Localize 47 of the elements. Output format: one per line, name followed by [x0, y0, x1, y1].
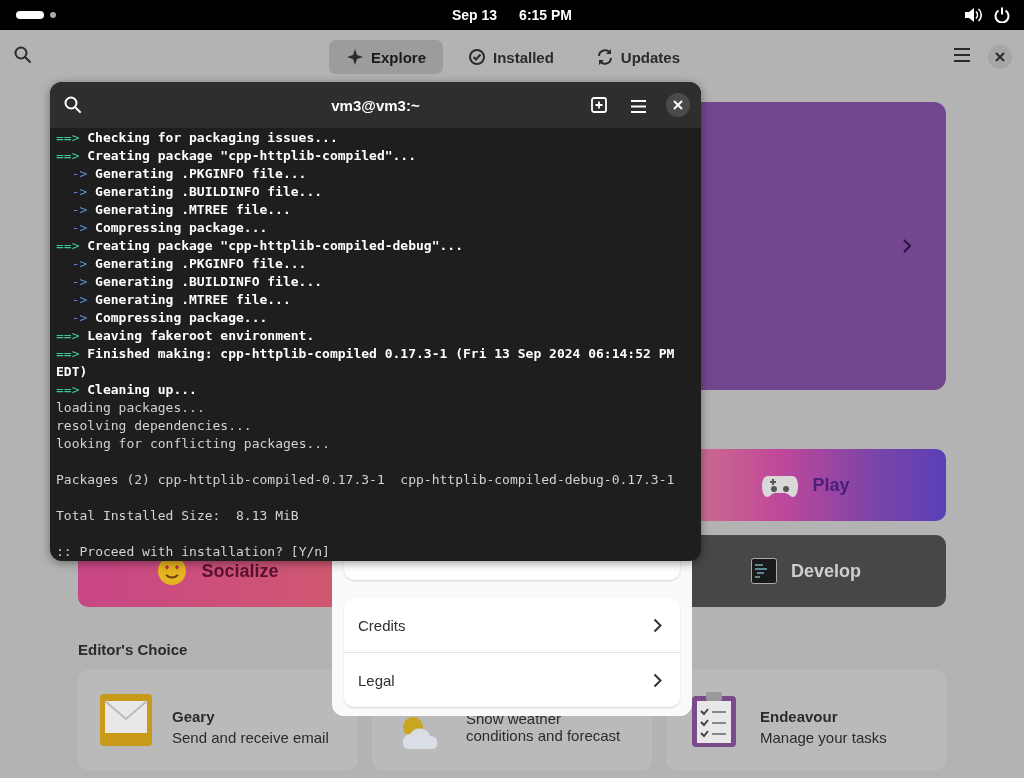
arrow-marker: ==>	[56, 148, 80, 163]
arrow-marker: ==>	[56, 328, 80, 343]
section-heading: Editor's Choice	[78, 641, 189, 658]
app-description: Manage your tasks	[760, 729, 887, 746]
arrow-marker: ->	[71, 184, 88, 199]
arrow-marker: ==>	[56, 382, 80, 397]
terminal-line: Checking for packaging issues...	[87, 130, 338, 145]
terminal-line: Compressing package...	[95, 220, 268, 235]
tab[interactable]: Updates	[578, 40, 698, 74]
tab[interactable]: Explore	[328, 40, 443, 74]
app-name: Endeavour	[760, 708, 839, 725]
terminal-line: Generating .PKGINFO file...	[95, 256, 307, 271]
arrow-marker: ->	[71, 166, 88, 181]
arrow-marker: ==>	[56, 238, 80, 253]
terminal-line: Generating .BUILDINFO file...	[95, 274, 323, 289]
arrow-marker: ==>	[56, 346, 80, 361]
terminal-line: Cleaning up...	[87, 382, 197, 397]
terminal-line: Generating .PKGINFO file...	[95, 166, 307, 181]
terminal-line: loading packages...	[56, 400, 205, 415]
terminal-line: Generating .MTREE file...	[95, 202, 291, 217]
terminal-line: EDT)	[56, 364, 88, 379]
terminal-line: Leaving fakeroot environment.	[87, 328, 315, 343]
date-label: Sep 13	[451, 7, 498, 23]
app-description: Send and receive email	[172, 729, 329, 746]
terminal-line: Compressing package...	[95, 310, 268, 325]
terminal-line: Creating package "cpp-httplib-compiled-debug"...	[87, 238, 463, 253]
terminal-line: Total Installed Size: 8.13 MiB	[56, 508, 299, 523]
arrow-marker: ==>	[56, 130, 80, 145]
terminal-line: Creating package "cpp-httplib-compiled"...	[87, 148, 417, 163]
terminal-line: Generating .BUILDINFO file...	[95, 184, 323, 199]
arrow-marker: ->	[71, 274, 88, 289]
app-card[interactable]: Endeavour Manage your tasks	[666, 670, 946, 770]
window-title: vm3@vm3:~	[331, 96, 420, 114]
app-name: Geary	[172, 708, 216, 725]
clock: 6:15 PM	[519, 7, 573, 23]
arrow-marker: ->	[71, 310, 88, 325]
arrow-marker: ->	[71, 202, 88, 217]
terminal-line: Generating .MTREE file...	[95, 292, 291, 307]
arrow-marker: ->	[71, 220, 88, 235]
terminal-line: Finished making: cpp-httplib-compiled 0.17.3-1 (Fri 13 Sep 2024 06:14:52 PM	[87, 346, 675, 361]
terminal-line: looking for conflicting packages...	[56, 436, 330, 451]
app-card[interactable]: Geary Send and receive email	[78, 670, 358, 770]
terminal-line: resolving dependencies...	[56, 418, 252, 433]
tab[interactable]: Installed	[451, 40, 571, 74]
arrow-marker: ->	[71, 256, 88, 271]
arrow-marker: ->	[71, 292, 88, 307]
list-row[interactable]: Legal	[344, 652, 680, 707]
